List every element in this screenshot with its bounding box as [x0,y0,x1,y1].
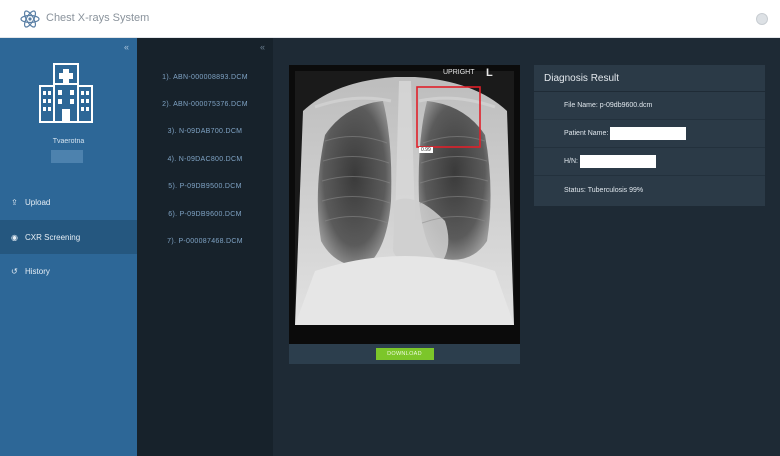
hn-row: H/N: [534,148,765,176]
file-name-value: p-09db9600.dcm [599,102,653,109]
hn-label: H/N: [564,158,578,165]
atom-icon[interactable] [20,9,40,29]
upload-icon: ⇪ [11,197,18,207]
patient-name-redacted [610,127,687,140]
file-list: « 1). ABN-000008893.DCM 2). ABN-00007537… [137,38,273,456]
status-value: Tuberculosis 99% [587,186,644,194]
app-title: Chest X-rays System [46,12,150,24]
orientation-label: UPRIGHT [443,69,475,76]
chest-xray-image [295,71,514,325]
file-item[interactable]: 7). P-000087468.DCM [137,238,273,245]
status-row: Status: Tuberculosis 99% [534,176,765,204]
hn-redacted [580,155,656,168]
diagnosis-result-panel: Diagnosis Result File Name: p-09db9600.d… [534,65,765,206]
nav-history[interactable]: ↺ History [0,254,137,288]
diagnosis-result-title: Diagnosis Result [534,65,765,92]
user-menu-icon[interactable] [756,13,768,25]
user-name: Tvaerotna [52,138,85,145]
nav-history-label: History [25,266,50,276]
eye-icon: ◉ [11,232,18,242]
file-name-row: File Name: p-09db9600.dcm [534,92,765,120]
top-bar: Chest X-rays System [0,0,780,38]
file-item[interactable]: 6). P-09DB9600.DCM [137,211,273,218]
xray-viewer[interactable]: UPRIGHT L 0.99 [289,65,520,344]
viewer-footer: DOWNLOAD [289,344,520,364]
sidebar-collapse-icon[interactable]: « [124,42,129,52]
nav-cxr-screening[interactable]: ◉ CXR Screening [0,220,137,254]
download-button[interactable]: DOWNLOAD [375,348,434,360]
side-marker: L [486,67,493,79]
nav-upload[interactable]: ⇪ Upload [0,185,137,219]
patient-name-label: Patient Name: [564,130,609,137]
patient-name-row: Patient Name: [534,120,765,148]
status-label: Status: [564,186,586,194]
file-item[interactable]: 3). N-09DAB700.DCM [137,128,273,135]
file-item[interactable]: 1). ABN-000008893.DCM [137,74,273,81]
main-content: UPRIGHT L 0.99 DOWNLOAD Diagnosis Result… [273,38,780,456]
user-badge [51,150,83,163]
nav-upload-label: Upload [25,197,51,207]
hospital-icon [39,63,93,123]
file-item[interactable]: 4). N-09DAC800.DCM [137,156,273,163]
file-name-label: File Name: [564,102,598,109]
file-item[interactable]: 5). P-09DB9500.DCM [137,183,273,190]
file-item[interactable]: 2). ABN-000075376.DCM [137,101,273,108]
file-list-collapse-icon[interactable]: « [260,42,265,52]
nav-cxr-screening-label: CXR Screening [25,232,81,242]
sidebar: « Tvaerotna ⇪ Upload ◉ CXR Screening ↺ H… [0,38,137,456]
detection-label: 0.99 [419,147,433,153]
history-icon: ↺ [11,266,18,276]
